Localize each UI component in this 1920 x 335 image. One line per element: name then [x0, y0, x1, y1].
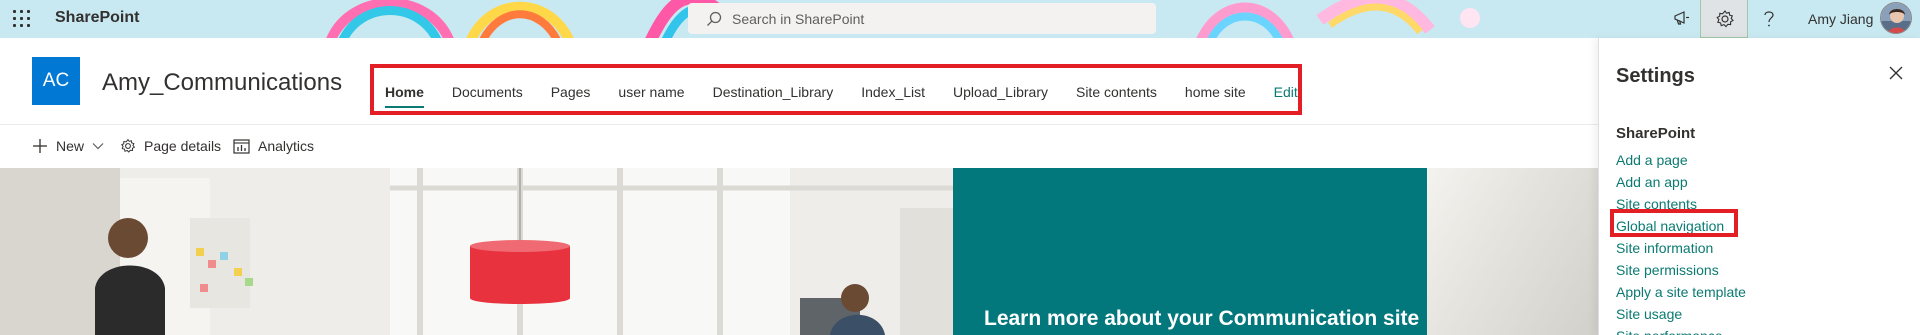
search-box[interactable]: [688, 3, 1156, 34]
gear-icon: [121, 138, 136, 153]
close-icon[interactable]: [1889, 66, 1903, 80]
settings-link-site-information[interactable]: Site information: [1616, 239, 1746, 261]
analytics-button[interactable]: Analytics: [233, 138, 314, 154]
help-icon[interactable]: [1762, 9, 1776, 29]
global-navigation-highlight-box: [1610, 209, 1738, 237]
settings-link-site-usage[interactable]: Site usage: [1616, 305, 1746, 327]
nav-item-user-name[interactable]: user name: [618, 78, 684, 108]
avatar-image: [1881, 3, 1911, 33]
user-name[interactable]: Amy Jiang: [1808, 11, 1873, 27]
settings-link-apply-site-template[interactable]: Apply a site template: [1616, 283, 1746, 305]
plus-icon: [33, 139, 47, 153]
megaphone-icon[interactable]: [1672, 8, 1692, 28]
site-logo[interactable]: AC: [32, 57, 80, 105]
command-bar: New Page details Analytics: [0, 126, 1598, 168]
new-button-label: New: [56, 138, 85, 154]
settings-links: Add a page Add an app Site contents Glob…: [1616, 151, 1746, 335]
nav-item-site-contents[interactable]: Site contents: [1076, 78, 1157, 108]
search-input[interactable]: [732, 8, 1132, 29]
settings-link-site-performance[interactable]: Site performance: [1616, 327, 1746, 335]
hero-photo-office[interactable]: [0, 168, 953, 335]
settings-panel: Settings SharePoint Add a page Add an ap…: [1598, 38, 1920, 335]
settings-link-add-app[interactable]: Add an app: [1616, 173, 1746, 195]
site-navigation: Home Documents Pages user name Destinati…: [385, 78, 1326, 108]
settings-link-add-page[interactable]: Add a page: [1616, 151, 1746, 173]
page-details-label: Page details: [144, 138, 222, 154]
office-photo-illustration: [0, 168, 953, 335]
avatar[interactable]: [1880, 2, 1912, 34]
new-button[interactable]: New: [32, 138, 112, 154]
hero-teal-tile[interactable]: Learn more about your Communication site: [953, 168, 1427, 335]
settings-panel-title: Settings: [1616, 65, 1695, 87]
site-title[interactable]: Amy_Communications: [102, 69, 342, 97]
nav-item-pages[interactable]: Pages: [551, 78, 591, 108]
waffle-icon[interactable]: [12, 9, 32, 29]
nav-item-home[interactable]: Home: [385, 78, 424, 108]
chevron-down-icon: [92, 143, 104, 150]
gear-icon: [1716, 10, 1734, 28]
search-icon: [707, 11, 722, 26]
hero-teal-text: Learn more about your Communication site: [984, 307, 1420, 330]
nav-edit-link[interactable]: Edit: [1274, 78, 1298, 108]
suite-bar: SharePoint Amy Jiang: [0, 0, 1920, 38]
app-name[interactable]: SharePoint: [55, 9, 139, 27]
nav-item-destination-library[interactable]: Destination_Library: [713, 78, 834, 108]
nav-item-home-site[interactable]: home site: [1185, 78, 1246, 108]
nav-item-index-list[interactable]: Index_List: [861, 78, 925, 108]
settings-button[interactable]: [1700, 0, 1748, 38]
settings-link-site-permissions[interactable]: Site permissions: [1616, 261, 1746, 283]
nav-item-upload-library[interactable]: Upload_Library: [953, 78, 1048, 108]
hero-section: Learn more about your Communication site: [0, 168, 1598, 335]
hero-side-tile[interactable]: [1427, 168, 1598, 335]
analytics-icon: [233, 138, 250, 154]
site-header: AC Amy_Communications Home Documents Pag…: [0, 38, 1598, 125]
analytics-label: Analytics: [258, 138, 315, 154]
settings-section-heading: SharePoint: [1616, 125, 1696, 142]
page-details-button[interactable]: Page details: [120, 138, 221, 154]
nav-item-documents[interactable]: Documents: [452, 78, 523, 108]
